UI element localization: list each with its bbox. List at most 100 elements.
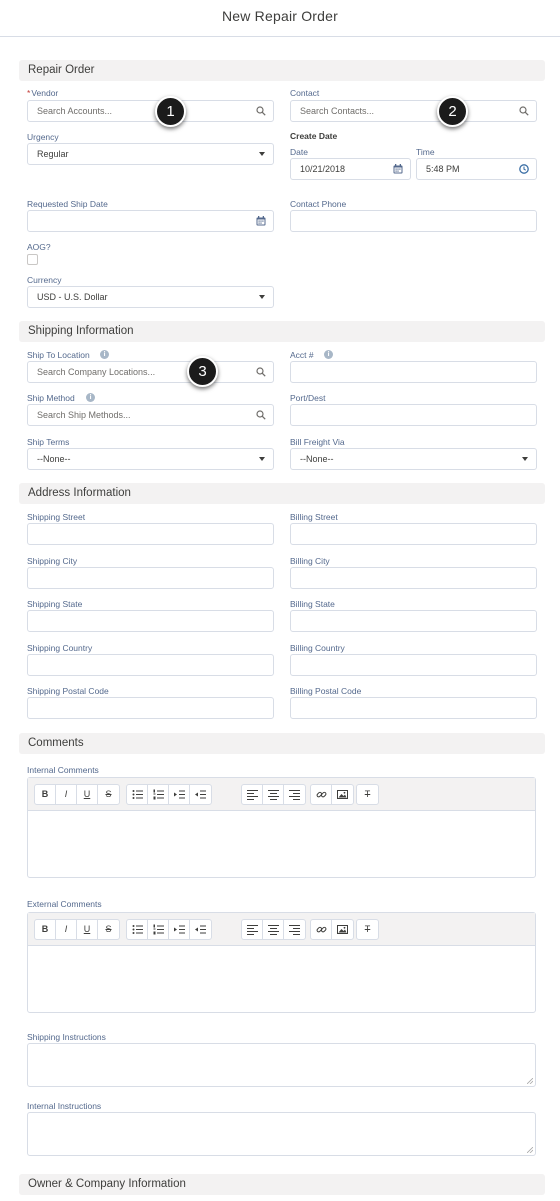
clear-formatting-button[interactable]: T — [357, 785, 378, 804]
align-center-button[interactable] — [263, 920, 284, 939]
outdent-button[interactable] — [190, 920, 211, 939]
strikethrough-button[interactable]: S — [98, 920, 119, 939]
section-owner-company-information[interactable]: Owner & Company Information — [19, 1174, 545, 1195]
clock-icon[interactable] — [519, 164, 529, 174]
urgency-label: Urgency — [27, 132, 59, 142]
aog-checkbox[interactable] — [27, 254, 38, 265]
internal-instructions-textarea[interactable] — [27, 1112, 536, 1156]
vendor-placeholder: Search Accounts... — [37, 106, 113, 116]
bulleted-list-button[interactable] — [127, 920, 148, 939]
resize-handle-icon[interactable] — [527, 1078, 533, 1084]
align-right-button[interactable] — [284, 920, 305, 939]
indent-button[interactable] — [169, 920, 190, 939]
billing-country-input[interactable] — [290, 654, 537, 676]
bill-freight-via-select[interactable]: --None-- — [290, 448, 537, 470]
billing-city-input[interactable] — [290, 567, 537, 589]
search-icon — [256, 367, 266, 377]
align-text-group — [241, 919, 306, 940]
outdent-button[interactable] — [190, 785, 211, 804]
resize-handle-icon[interactable] — [527, 1147, 533, 1153]
shipping-postal-code-input[interactable] — [27, 697, 274, 719]
align-right-button[interactable] — [284, 785, 305, 804]
billing-state-input[interactable] — [290, 610, 537, 632]
section-shipping-information[interactable]: Shipping Information — [19, 321, 545, 342]
port-dest-input[interactable] — [290, 404, 537, 426]
link-button[interactable] — [311, 785, 332, 804]
link-icon — [316, 791, 327, 798]
ship-to-location-input[interactable]: Search Company Locations... — [27, 361, 274, 383]
bulleted-list-button[interactable] — [127, 785, 148, 804]
underline-button[interactable]: U — [77, 920, 98, 939]
link-button[interactable] — [311, 920, 332, 939]
section-address-information[interactable]: Address Information — [19, 483, 545, 504]
contact-placeholder: Search Contacts... — [300, 106, 375, 116]
italic-button[interactable]: I — [56, 785, 77, 804]
aog-label: AOG? — [27, 242, 51, 252]
shipping-street-input[interactable] — [27, 523, 274, 545]
align-center-icon — [268, 790, 279, 800]
outdent-icon — [195, 790, 206, 799]
bold-button[interactable]: B — [35, 785, 56, 804]
underline-button[interactable]: U — [77, 785, 98, 804]
align-left-button[interactable] — [242, 785, 263, 804]
bulleted-list-icon — [132, 790, 143, 799]
shipping-city-input[interactable] — [27, 567, 274, 589]
internal-comments-editor[interactable]: B I U S T — [27, 777, 536, 878]
bold-button[interactable]: B — [35, 920, 56, 939]
italic-button[interactable]: I — [56, 920, 77, 939]
ship-terms-select[interactable]: --None-- — [27, 448, 274, 470]
align-center-button[interactable] — [263, 785, 284, 804]
page-title: New Repair Order — [221, 8, 338, 24]
billing-postal-code-label: Billing Postal Code — [290, 686, 362, 696]
section-comments[interactable]: Comments — [19, 733, 545, 754]
chevron-down-icon — [259, 152, 265, 156]
clear-formatting-button[interactable]: T — [357, 920, 378, 939]
numbered-list-button[interactable] — [148, 785, 169, 804]
currency-select[interactable]: USD - U.S. Dollar — [27, 286, 274, 308]
contact-phone-input[interactable] — [290, 210, 537, 232]
contact-lookup-input[interactable]: Search Contacts... — [290, 100, 537, 122]
ship-terms-label: Ship Terms — [27, 437, 70, 447]
numbered-list-icon — [153, 789, 164, 800]
time-label: Time — [416, 147, 435, 157]
contact-label: Contact — [290, 88, 320, 98]
billing-street-input[interactable] — [290, 523, 537, 545]
chevron-down-icon — [259, 295, 265, 299]
acct-input[interactable] — [290, 361, 537, 383]
requested-ship-date-input[interactable] — [27, 210, 274, 232]
calendar-icon[interactable] — [256, 216, 266, 226]
indent-button[interactable] — [169, 785, 190, 804]
clear-formatting-icon: T — [364, 789, 371, 799]
ship-method-input[interactable]: Search Ship Methods... — [27, 404, 274, 426]
shipping-instructions-textarea[interactable] — [27, 1043, 536, 1087]
date-label: Date — [290, 147, 308, 157]
info-icon[interactable]: i — [100, 350, 109, 359]
info-icon[interactable]: i — [86, 393, 95, 402]
create-time-input[interactable]: 5:48 PM — [416, 158, 537, 180]
align-left-button[interactable] — [242, 920, 263, 939]
numbered-list-button[interactable] — [148, 920, 169, 939]
create-date-value: 10/21/2018 — [300, 164, 346, 174]
external-comments-editor[interactable]: B I U S T — [27, 912, 536, 1013]
search-icon — [519, 106, 529, 116]
strikethrough-button[interactable]: S — [98, 785, 119, 804]
shipping-state-input[interactable] — [27, 610, 274, 632]
image-button[interactable] — [332, 785, 353, 804]
info-icon[interactable]: i — [324, 350, 333, 359]
shipping-country-input[interactable] — [27, 654, 274, 676]
outdent-icon — [195, 925, 206, 934]
format-body-group — [126, 919, 212, 940]
chevron-down-icon — [522, 457, 528, 461]
create-date-input[interactable]: 10/21/2018 — [290, 158, 411, 180]
search-icon — [256, 106, 266, 116]
vendor-lookup-input[interactable]: Search Accounts... — [27, 100, 274, 122]
external-comments-label: External Comments — [27, 899, 102, 909]
urgency-select[interactable]: Regular — [27, 143, 274, 165]
billing-postal-code-input[interactable] — [290, 697, 537, 719]
calendar-icon[interactable] — [393, 164, 403, 174]
currency-value: USD - U.S. Dollar — [37, 292, 108, 302]
section-repair-order[interactable]: Repair Order — [19, 60, 545, 81]
insert-content-group — [310, 919, 354, 940]
vendor-label-text: Vendor — [31, 88, 59, 98]
image-button[interactable] — [332, 920, 353, 939]
